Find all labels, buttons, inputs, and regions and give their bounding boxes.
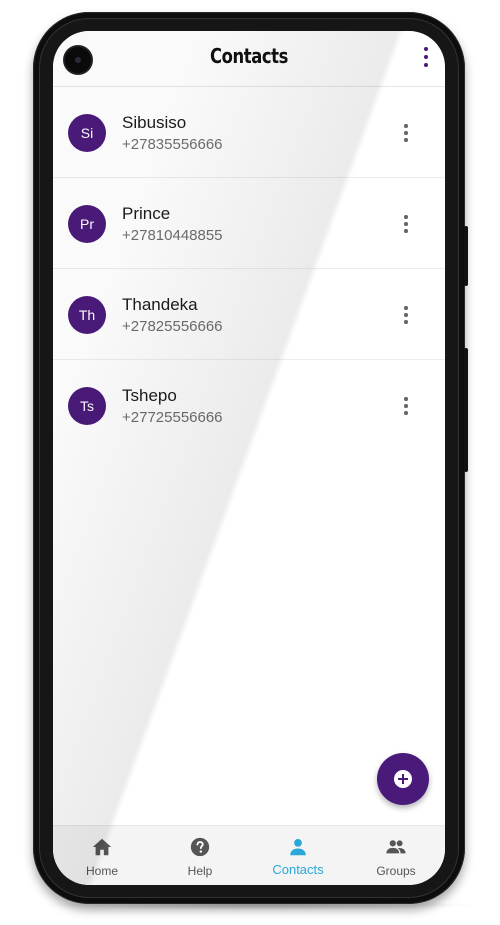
tab-home[interactable]: Home — [53, 826, 151, 885]
list-item[interactable]: Pr Prince +27810448855 — [53, 178, 445, 269]
tab-contacts[interactable]: Contacts — [249, 826, 347, 885]
list-item[interactable]: Ts Tshepo +27725556666 — [53, 360, 445, 450]
avatar: Ts — [68, 387, 106, 425]
avatar: Pr — [68, 205, 106, 243]
contact-name: Thandeka — [122, 295, 198, 314]
groups-icon — [386, 840, 406, 854]
add-contact-button[interactable] — [377, 753, 429, 805]
tab-help-label: Help — [187, 864, 213, 878]
list-item[interactable]: Th Thandeka +27825556666 — [53, 269, 445, 360]
contact-phone: +27835556666 — [122, 136, 223, 153]
tab-help[interactable]: Help — [151, 826, 249, 885]
more-vert-icon[interactable] — [401, 214, 411, 234]
avatar: Si — [68, 114, 106, 152]
phone-shadow — [40, 900, 480, 910]
bottom-navigation: Home Help Contacts Groups — [53, 825, 445, 885]
tab-groups-label: Groups — [376, 864, 416, 878]
app-screen: Contacts Si Sibusiso +27835556666 Pr Pri… — [53, 31, 445, 885]
contact-name: Prince — [122, 204, 171, 223]
home-icon — [92, 838, 112, 856]
contact-phone: +27725556666 — [122, 409, 223, 426]
app-bar: Contacts — [53, 31, 445, 87]
person-icon — [290, 839, 306, 856]
contact-phone: +27810448855 — [122, 227, 223, 244]
page-title: Contacts — [210, 44, 288, 68]
contact-list: Si Sibusiso +27835556666 Pr Prince +2781… — [53, 87, 445, 450]
help-icon — [190, 837, 210, 857]
power-button — [464, 226, 468, 286]
avatar: Th — [68, 296, 106, 334]
volume-button — [464, 348, 468, 472]
more-vert-icon[interactable] — [401, 305, 411, 325]
contact-phone: +27825556666 — [122, 318, 223, 335]
contact-name: Tshepo — [122, 386, 177, 405]
more-vert-icon[interactable] — [401, 396, 411, 416]
tab-contacts-label: Contacts — [272, 862, 324, 877]
more-vert-icon[interactable] — [421, 46, 431, 68]
add-circle-icon — [394, 770, 412, 788]
tab-groups[interactable]: Groups — [347, 826, 445, 885]
list-item[interactable]: Si Sibusiso +27835556666 — [53, 87, 445, 178]
tab-home-label: Home — [85, 864, 118, 878]
more-vert-icon[interactable] — [401, 123, 411, 143]
front-camera — [65, 47, 91, 73]
contact-name: Sibusiso — [122, 113, 187, 132]
